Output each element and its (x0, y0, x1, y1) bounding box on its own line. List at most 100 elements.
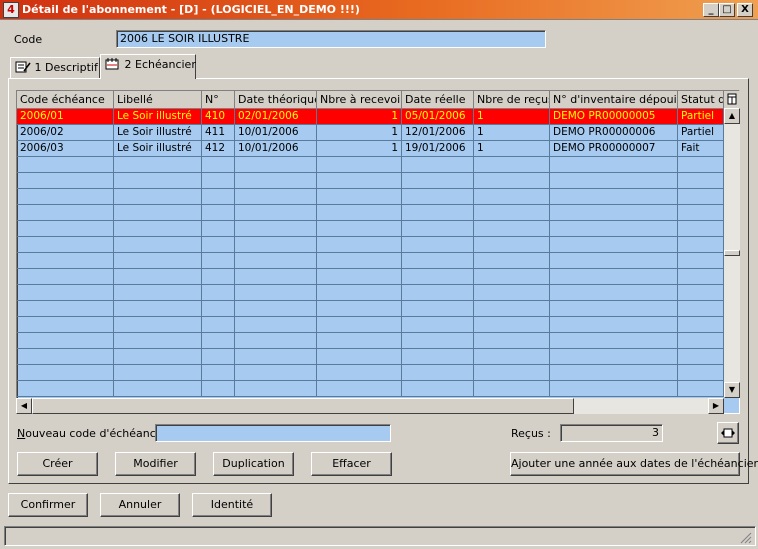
empty-cell[interactable] (474, 269, 550, 285)
empty-cell[interactable] (17, 173, 114, 189)
empty-cell[interactable] (114, 173, 202, 189)
empty-cell[interactable] (202, 253, 235, 269)
empty-cell[interactable] (474, 301, 550, 317)
column-header[interactable]: N° (202, 91, 235, 109)
empty-cell[interactable] (235, 189, 317, 205)
minimize-button[interactable]: _ (703, 3, 719, 17)
empty-cell[interactable] (317, 381, 402, 397)
table-cell[interactable]: 10/01/2006 (235, 125, 317, 141)
empty-cell[interactable] (114, 285, 202, 301)
empty-cell[interactable] (474, 237, 550, 253)
empty-cell[interactable] (474, 285, 550, 301)
empty-cell[interactable] (202, 237, 235, 253)
empty-cell[interactable] (678, 269, 724, 285)
empty-cell[interactable] (317, 317, 402, 333)
empty-cell[interactable] (550, 269, 678, 285)
empty-cell[interactable] (550, 349, 678, 365)
empty-cell[interactable] (17, 253, 114, 269)
empty-cell[interactable] (317, 237, 402, 253)
column-header[interactable]: Nbre à recevoir (317, 91, 402, 109)
empty-cell[interactable] (17, 221, 114, 237)
empty-cell[interactable] (550, 221, 678, 237)
table-cell[interactable]: 1 (317, 125, 402, 141)
empty-cell[interactable] (402, 349, 474, 365)
empty-cell[interactable] (402, 253, 474, 269)
annuler-button[interactable]: Annuler (100, 493, 180, 517)
table-cell[interactable]: DEMO PR00000007 (550, 141, 678, 157)
empty-cell[interactable] (474, 205, 550, 221)
empty-cell[interactable] (235, 285, 317, 301)
empty-cell[interactable] (550, 301, 678, 317)
empty-cell[interactable] (114, 205, 202, 221)
empty-cell[interactable] (474, 365, 550, 381)
empty-cell[interactable] (114, 365, 202, 381)
empty-cell[interactable] (17, 301, 114, 317)
empty-cell[interactable] (474, 349, 550, 365)
table-cell[interactable]: 412 (202, 141, 235, 157)
confirmer-button[interactable]: Confirmer (8, 493, 88, 517)
empty-cell[interactable] (317, 349, 402, 365)
horizontal-scrollbar[interactable]: ◀ ▶ (16, 398, 724, 414)
empty-cell[interactable] (402, 381, 474, 397)
identite-button[interactable]: Identité (192, 493, 272, 517)
empty-cell[interactable] (317, 173, 402, 189)
table-cell[interactable]: Le Soir illustré (114, 125, 202, 141)
table-cell[interactable]: 1 (474, 109, 550, 125)
empty-cell[interactable] (317, 157, 402, 173)
empty-cell[interactable] (202, 381, 235, 397)
table-cell[interactable]: Le Soir illustré (114, 109, 202, 125)
scroll-right-icon[interactable]: ▶ (708, 398, 724, 414)
code-field[interactable]: 2006 LE SOIR ILLUSTRE (116, 30, 546, 48)
column-header[interactable]: N° d'inventaire dépouillé (550, 91, 678, 109)
table-cell[interactable]: Le Soir illustré (114, 141, 202, 157)
empty-cell[interactable] (114, 237, 202, 253)
vertical-scrollbar[interactable]: ▲ ▼ (724, 108, 740, 398)
empty-cell[interactable] (202, 333, 235, 349)
empty-cell[interactable] (235, 349, 317, 365)
empty-cell[interactable] (402, 365, 474, 381)
empty-cell[interactable] (235, 365, 317, 381)
empty-cell[interactable] (114, 301, 202, 317)
empty-cell[interactable] (550, 205, 678, 221)
scroll-left-icon[interactable]: ◀ (16, 398, 32, 414)
column-header[interactable]: Nbre de reçus (474, 91, 550, 109)
empty-cell[interactable] (17, 285, 114, 301)
modifier-button[interactable]: Modifier (115, 452, 196, 476)
empty-cell[interactable] (202, 269, 235, 285)
empty-cell[interactable] (202, 301, 235, 317)
duplication-button[interactable]: Duplication (213, 452, 294, 476)
table-cell[interactable]: 2006/02 (17, 125, 114, 141)
empty-cell[interactable] (402, 317, 474, 333)
empty-cell[interactable] (678, 381, 724, 397)
empty-cell[interactable] (317, 269, 402, 285)
scroll-down-icon[interactable]: ▼ (724, 382, 740, 398)
empty-cell[interactable] (235, 301, 317, 317)
empty-cell[interactable] (114, 189, 202, 205)
empty-cell[interactable] (550, 237, 678, 253)
empty-cell[interactable] (17, 237, 114, 253)
empty-cell[interactable] (235, 381, 317, 397)
empty-cell[interactable] (678, 349, 724, 365)
empty-cell[interactable] (17, 365, 114, 381)
empty-cell[interactable] (678, 221, 724, 237)
empty-cell[interactable] (17, 205, 114, 221)
title-bar[interactable]: 4 Détail de l'abonnement - [D] - (LOGICI… (0, 0, 758, 20)
empty-cell[interactable] (402, 285, 474, 301)
empty-cell[interactable] (678, 365, 724, 381)
empty-cell[interactable] (678, 173, 724, 189)
table-cell[interactable]: Partiel (678, 125, 724, 141)
empty-cell[interactable] (474, 253, 550, 269)
empty-cell[interactable] (317, 253, 402, 269)
table-cell[interactable]: DEMO PR00000006 (550, 125, 678, 141)
empty-cell[interactable] (114, 381, 202, 397)
vertical-scroll-thumb[interactable] (724, 250, 740, 256)
empty-cell[interactable] (202, 221, 235, 237)
echeancier-table[interactable]: Code échéance Libellé N° Date théorique Nbre… (16, 90, 740, 414)
empty-cell[interactable] (402, 173, 474, 189)
empty-cell[interactable] (402, 269, 474, 285)
column-header[interactable]: Statut de (678, 91, 724, 109)
empty-cell[interactable] (678, 285, 724, 301)
empty-cell[interactable] (235, 157, 317, 173)
app-icon[interactable]: 4 (3, 2, 19, 18)
empty-cell[interactable] (235, 173, 317, 189)
